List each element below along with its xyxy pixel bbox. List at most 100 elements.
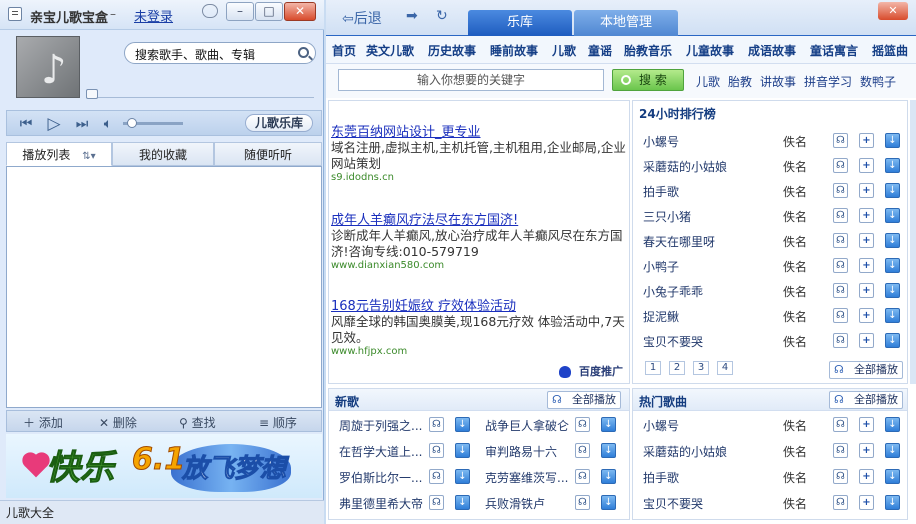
add-icon[interactable]: +: [859, 417, 874, 432]
song-title[interactable]: 战争巨人拿破仑: [485, 417, 569, 434]
new-song-row[interactable]: 在哲学大道上... ☊ ↓: [329, 443, 479, 461]
headphones-icon[interactable]: ☊: [833, 233, 848, 248]
ranking-row[interactable]: 采蘑菇的小姑娘 佚名 ☊ + ↓: [633, 158, 907, 176]
headphones-icon[interactable]: ☊: [575, 469, 590, 484]
page-number[interactable]: 4: [717, 361, 733, 375]
ranking-row[interactable]: 小兔子乖乖 佚名 ☊ + ↓: [633, 283, 907, 301]
headphones-icon[interactable]: ☊: [833, 208, 848, 223]
headphones-icon[interactable]: ☊: [833, 258, 848, 273]
quick-link[interactable]: 数鸭子: [860, 73, 896, 90]
category-link[interactable]: 儿童故事: [686, 42, 734, 59]
ad-item[interactable]: 成年人羊癫风疗法尽在东方国济! 诊断成年人羊癫风,放心治疗成年人羊癫风尽在东方国…: [331, 209, 627, 271]
page-number[interactable]: 2: [669, 361, 685, 375]
headphones-icon[interactable]: ☊: [833, 183, 848, 198]
progress-bar[interactable]: [86, 89, 314, 99]
order-button[interactable]: ≡ 顺序: [259, 414, 297, 431]
new-song-row[interactable]: 罗伯斯比尔一... ☊ ↓: [329, 469, 479, 487]
download-icon[interactable]: ↓: [885, 183, 900, 198]
category-link[interactable]: 童话寓言: [810, 42, 858, 59]
headphones-icon[interactable]: ☊: [429, 443, 444, 458]
next-icon[interactable]: ⏭: [73, 115, 91, 133]
song-title[interactable]: 捉泥鳅: [643, 308, 679, 325]
ad-title[interactable]: 东莞百纳网站设计_更专业: [331, 121, 627, 140]
download-icon[interactable]: ↓: [885, 443, 900, 458]
keyword-input[interactable]: 输入你想要的关键字: [338, 69, 604, 91]
song-title[interactable]: 春天在哪里呀: [643, 233, 715, 250]
close-button[interactable]: ✕: [284, 2, 316, 21]
ad-url[interactable]: www.dianxian580.com: [331, 260, 627, 271]
add-icon[interactable]: +: [859, 443, 874, 458]
ranking-row[interactable]: 三只小猪 佚名 ☊ + ↓: [633, 208, 907, 226]
tab-local-manage[interactable]: 本地管理: [574, 10, 678, 36]
add-icon[interactable]: +: [859, 333, 874, 348]
download-icon[interactable]: ↓: [455, 417, 470, 432]
ranking-row[interactable]: 春天在哪里呀 佚名 ☊ + ↓: [633, 233, 907, 251]
song-title[interactable]: 采蘑菇的小姑娘: [643, 443, 727, 460]
category-link[interactable]: 成语故事: [748, 42, 796, 59]
hot-song-row[interactable]: 小螺号 佚名 ☊ + ↓: [633, 417, 907, 435]
tab-random[interactable]: 随便听听: [214, 142, 322, 166]
volume-knob[interactable]: [127, 118, 137, 128]
add-icon[interactable]: +: [859, 308, 874, 323]
progress-knob[interactable]: [86, 89, 98, 99]
previous-icon[interactable]: ⏮: [17, 115, 35, 133]
category-link[interactable]: 胎教音乐: [624, 42, 672, 59]
download-icon[interactable]: ↓: [885, 469, 900, 484]
download-icon[interactable]: ↓: [885, 258, 900, 273]
ad-item[interactable]: 168元告别妊娠纹 疗效体验活动 风靡全球的韩国奥膜美,现168元疗效 体验活动…: [331, 295, 627, 357]
find-button[interactable]: ⚲ 查找: [179, 414, 216, 431]
add-icon[interactable]: +: [859, 469, 874, 484]
download-icon[interactable]: ↓: [885, 158, 900, 173]
volume-icon[interactable]: 🔈︎: [99, 115, 117, 133]
skin-icon[interactable]: [202, 4, 218, 18]
add-icon[interactable]: +: [859, 183, 874, 198]
song-title[interactable]: 罗伯斯比尔一...: [339, 469, 422, 486]
ad-item[interactable]: 东莞百纳网站设计_更专业 域名注册,虚拟主机,主机托管,主机租用,企业邮局,企业…: [331, 121, 627, 183]
headphones-icon[interactable]: ☊: [575, 443, 590, 458]
page-number[interactable]: 1: [645, 361, 661, 375]
song-title[interactable]: 在哲学大道上...: [339, 443, 422, 460]
song-title[interactable]: 拍手歌: [643, 183, 679, 200]
ad-title[interactable]: 成年人羊癫风疗法尽在东方国济!: [331, 209, 627, 228]
song-title[interactable]: 宝贝不要哭: [643, 495, 703, 512]
quick-link[interactable]: 胎教: [728, 73, 752, 90]
song-title[interactable]: 弗里德里希大帝: [339, 495, 423, 512]
quick-link[interactable]: 拼音学习: [804, 73, 852, 90]
delete-button[interactable]: ✕ 删除: [99, 414, 137, 431]
download-icon[interactable]: ↓: [601, 417, 616, 432]
headphones-icon[interactable]: ☊: [833, 133, 848, 148]
song-title[interactable]: 小螺号: [643, 133, 679, 150]
song-title[interactable]: 小鸭子: [643, 258, 679, 275]
hot-song-row[interactable]: 宝贝不要哭 佚名 ☊ + ↓: [633, 495, 907, 513]
song-title[interactable]: 兵败滑铁卢: [485, 495, 545, 512]
headphones-icon[interactable]: ☊: [429, 495, 444, 510]
quick-link[interactable]: 讲故事: [760, 73, 796, 90]
headphones-icon[interactable]: ☊: [833, 158, 848, 173]
new-song-row[interactable]: 克劳塞维茨写... ☊ ↓: [481, 469, 631, 487]
song-title[interactable]: 小螺号: [643, 417, 679, 434]
headphones-icon[interactable]: ☊: [833, 333, 848, 348]
download-icon[interactable]: ↓: [885, 495, 900, 510]
headphones-icon[interactable]: ☊: [833, 308, 848, 323]
headphones-icon[interactable]: ☊: [833, 469, 848, 484]
song-title[interactable]: 审判路易十六: [485, 443, 557, 460]
headphones-icon[interactable]: ☊: [833, 417, 848, 432]
add-icon[interactable]: +: [859, 208, 874, 223]
headphones-icon[interactable]: ☊: [833, 283, 848, 298]
app-menu-icon[interactable]: [8, 7, 22, 21]
search-icon[interactable]: [298, 47, 309, 58]
tab-favorites[interactable]: 我的收藏: [112, 142, 214, 166]
category-link[interactable]: 摇篮曲: [872, 42, 908, 59]
download-icon[interactable]: ↓: [885, 233, 900, 248]
tab-library[interactable]: 乐库: [468, 10, 572, 36]
download-icon[interactable]: ↓: [455, 443, 470, 458]
category-link[interactable]: 英文儿歌: [366, 42, 414, 59]
headphones-icon[interactable]: ☊: [575, 495, 590, 510]
promo-banner[interactable]: 快乐 6.1 放飞梦想: [6, 434, 322, 498]
volume-slider[interactable]: [123, 118, 183, 128]
download-icon[interactable]: ↓: [885, 133, 900, 148]
ranking-play-all-button[interactable]: 全部播放: [829, 361, 903, 379]
player-search-input[interactable]: 搜索歌手、歌曲、专辑: [124, 42, 316, 64]
download-icon[interactable]: ↓: [601, 443, 616, 458]
category-link[interactable]: 儿歌: [552, 42, 576, 59]
